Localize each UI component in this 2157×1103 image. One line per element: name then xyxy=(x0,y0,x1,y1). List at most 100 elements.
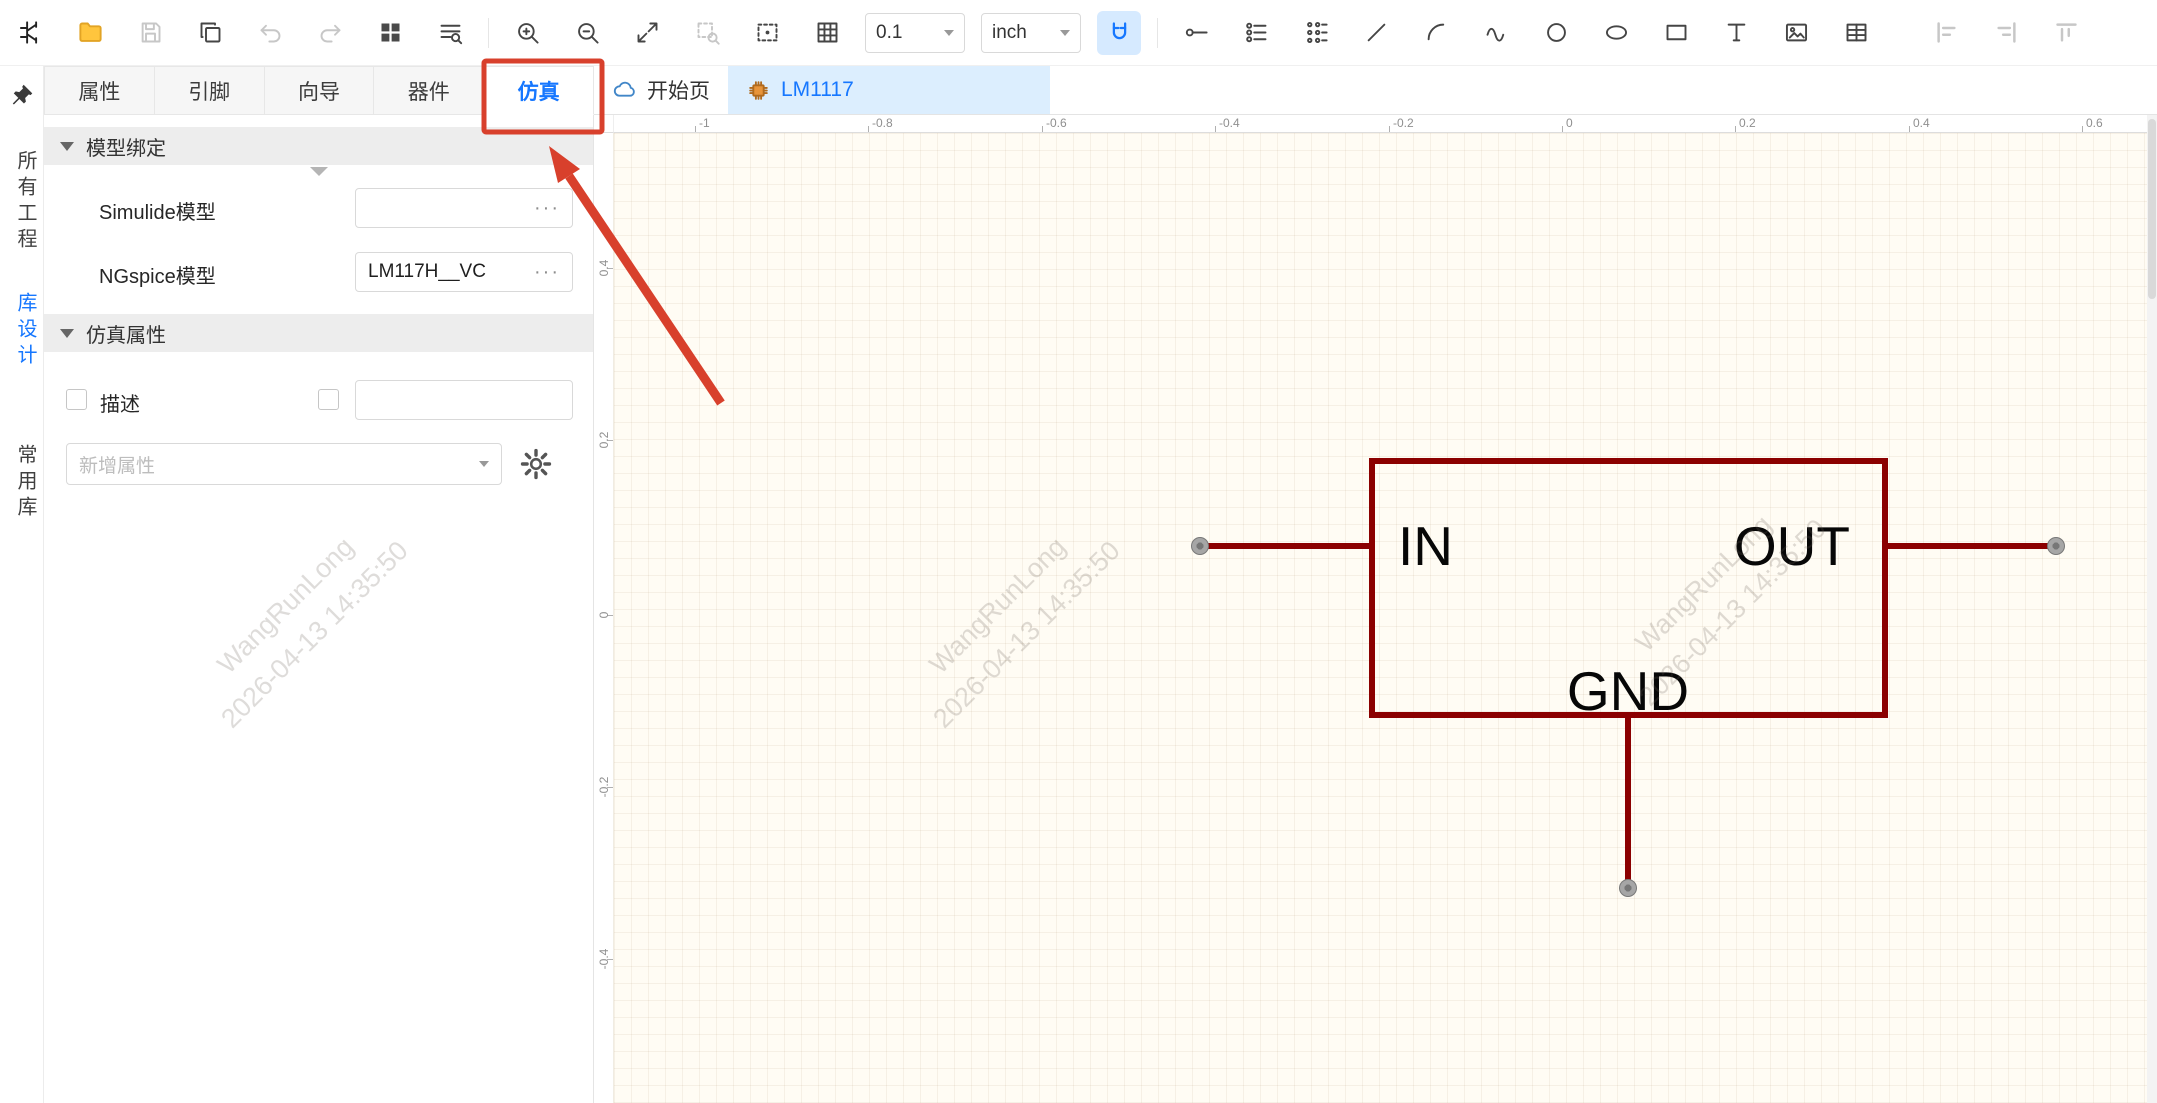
zoom-in-button[interactable] xyxy=(505,11,549,55)
ruler-tick-label: 0 xyxy=(1566,116,1573,130)
align-top-button[interactable] xyxy=(2044,11,2088,55)
fit-view-button[interactable] xyxy=(625,11,669,55)
marquee-search-icon xyxy=(754,19,781,46)
draw-circle-button[interactable] xyxy=(1534,11,1578,55)
rail-item-all-projects[interactable]: 所有工程 xyxy=(11,150,40,254)
pin-list-button[interactable] xyxy=(1234,11,1278,55)
top-toolbar: 0.1 inch xyxy=(0,0,2157,66)
tab-components[interactable]: 器件 xyxy=(373,66,483,115)
rail-item-library-design[interactable]: 库设计 xyxy=(11,292,40,370)
place-pin-button[interactable] xyxy=(1174,11,1218,55)
rule-list-button[interactable] xyxy=(428,11,472,55)
tab-wizard[interactable]: 向导 xyxy=(264,66,374,115)
simulide-model-input[interactable]: ··· xyxy=(355,188,573,228)
grid-size-select[interactable]: 0.1 xyxy=(865,13,965,53)
text-icon xyxy=(1723,19,1750,46)
zoom-in-icon xyxy=(514,19,541,46)
tab-simulation[interactable]: 仿真 xyxy=(483,66,594,115)
draw-bezier-button[interactable] xyxy=(1474,11,1518,55)
scrollbar-thumb[interactable] xyxy=(2148,119,2156,299)
rule-list-icon xyxy=(437,19,464,46)
insert-image-button[interactable] xyxy=(1774,11,1818,55)
section-sim-properties[interactable]: 仿真属性 xyxy=(44,314,593,352)
symbol-pin-in[interactable] xyxy=(1200,543,1369,549)
ruler-tick-label: 0.6 xyxy=(2086,116,2103,130)
description-label: 描述 xyxy=(100,388,140,417)
pin-label-out: OUT xyxy=(1734,514,1850,578)
ruler-tick xyxy=(1042,126,1043,132)
ruler-tick xyxy=(695,126,696,132)
ruler-tick-label: -0.8 xyxy=(872,116,893,130)
schematic-canvas[interactable]: IN OUT GND xyxy=(614,133,2147,1103)
browse-model-button[interactable]: ··· xyxy=(534,197,560,220)
draw-line-button[interactable] xyxy=(1354,11,1398,55)
symbol-pin-gnd[interactable] xyxy=(1625,718,1631,888)
ngspice-model-value: LM117H__VC xyxy=(368,261,486,283)
app-window: { "toolbar": { "grid_size_value": "0.1",… xyxy=(0,0,2157,1103)
ruler-tick xyxy=(1562,126,1563,132)
pushpin-icon[interactable] xyxy=(9,82,35,108)
layout-grid-button[interactable] xyxy=(368,11,412,55)
browse-model-button[interactable]: ··· xyxy=(534,261,560,284)
vertical-scrollbar[interactable] xyxy=(2147,115,2157,1103)
zoom-out-button[interactable] xyxy=(565,11,609,55)
add-property-select[interactable]: 新增属性 xyxy=(66,443,502,485)
doc-tab-label: 开始页 xyxy=(647,75,710,105)
ruler-tick-label: 0 xyxy=(597,612,611,619)
grid-2x2-icon xyxy=(377,19,404,46)
chevron-down-icon xyxy=(1060,30,1070,36)
section-model-binding[interactable]: 模型绑定 xyxy=(44,127,593,165)
add-property-placeholder: 新增属性 xyxy=(79,451,155,478)
undo-button[interactable] xyxy=(248,11,292,55)
description-input[interactable] xyxy=(355,380,573,420)
save-icon xyxy=(137,19,164,46)
pin-icon xyxy=(1183,19,1210,46)
align-right-button[interactable] xyxy=(1984,11,2028,55)
fit-view-icon xyxy=(634,19,661,46)
description-value-checkbox[interactable] xyxy=(318,389,339,410)
ruler-tick-label: 0.4 xyxy=(1913,116,1930,130)
snap-toggle-button[interactable] xyxy=(1097,11,1141,55)
marquee-search-button[interactable] xyxy=(745,11,789,55)
ruler-tick-label: 0.2 xyxy=(1739,116,1756,130)
simulation-panel: 模型绑定 Simulide模型 ··· NGspice模型 LM117H__VC… xyxy=(44,115,594,1103)
redo-button[interactable] xyxy=(308,11,352,55)
section-title: 模型绑定 xyxy=(86,132,166,161)
property-settings-button[interactable] xyxy=(519,447,553,481)
symbol-pin-out[interactable] xyxy=(1888,543,2056,549)
align-left-button[interactable] xyxy=(1924,11,1968,55)
panel-collapse-handle[interactable] xyxy=(310,167,328,176)
app-logo xyxy=(8,11,52,55)
description-checkbox[interactable] xyxy=(66,389,87,410)
unit-select[interactable]: inch xyxy=(981,13,1081,53)
doc-tab-start-page[interactable]: 开始页 xyxy=(594,66,728,114)
draw-arc-button[interactable] xyxy=(1414,11,1458,55)
pin-array-button[interactable] xyxy=(1294,11,1338,55)
tab-pins[interactable]: 引脚 xyxy=(154,66,264,115)
pin-endpoint-dot[interactable] xyxy=(1619,879,1637,897)
draw-rectangle-button[interactable] xyxy=(1654,11,1698,55)
undo-icon xyxy=(257,19,284,46)
pin-endpoint-dot[interactable] xyxy=(2047,537,2065,555)
grid-settings-button[interactable] xyxy=(805,11,849,55)
redo-icon xyxy=(317,19,344,46)
save-button[interactable] xyxy=(128,11,172,55)
draw-text-button[interactable] xyxy=(1714,11,1758,55)
line-icon xyxy=(1363,19,1390,46)
collapse-triangle-icon xyxy=(60,329,74,338)
ngspice-model-input[interactable]: LM117H__VC ··· xyxy=(355,252,573,292)
doc-tab-lm1117[interactable]: LM1117 xyxy=(728,66,1050,114)
ruler-tick-label: -0.4 xyxy=(597,949,611,970)
ruler-tick-label: -0.2 xyxy=(1393,116,1414,130)
ruler-tick-label: 0.4 xyxy=(597,260,611,277)
draw-ellipse-button[interactable] xyxy=(1594,11,1638,55)
open-project-button[interactable] xyxy=(68,11,112,55)
pin-endpoint-dot[interactable] xyxy=(1191,537,1209,555)
rail-item-common-libs[interactable]: 常用库 xyxy=(11,444,40,522)
insert-table-button[interactable] xyxy=(1834,11,1878,55)
zoom-selection-button[interactable] xyxy=(685,11,729,55)
grid-size-value: 0.1 xyxy=(876,22,902,44)
tab-properties[interactable]: 属性 xyxy=(44,66,154,115)
ruler-tick xyxy=(1909,126,1910,132)
copy-button[interactable] xyxy=(188,11,232,55)
